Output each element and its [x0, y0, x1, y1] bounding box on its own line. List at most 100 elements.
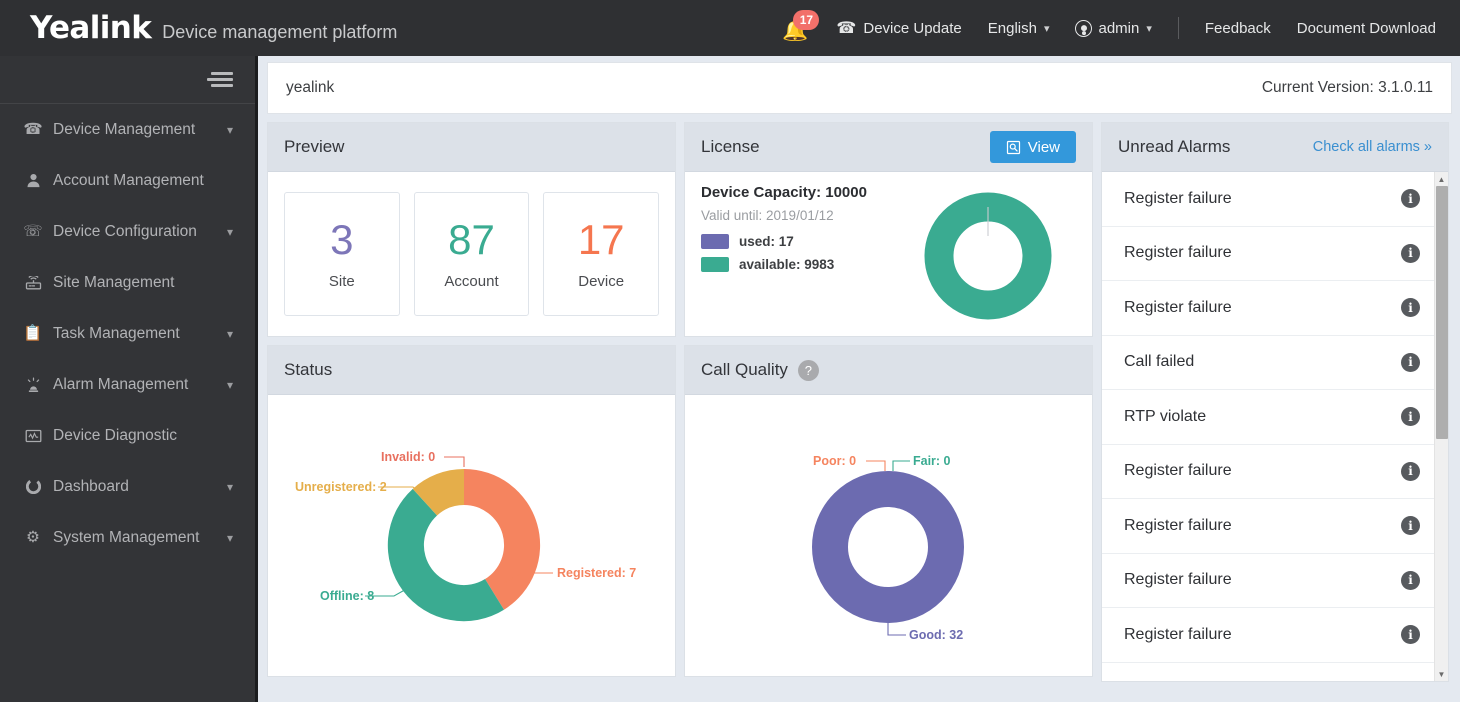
alarm-row[interactable]: Register failure i — [1102, 499, 1434, 554]
license-card: License View Device Capacity: 10000 — [684, 122, 1093, 337]
feedback-link[interactable]: Feedback — [1205, 20, 1271, 37]
main-content: yealink Current Version: 3.1.0.11 Previe… — [261, 56, 1460, 702]
chevron-down-icon: ▾ — [227, 327, 233, 341]
scroll-down-icon[interactable]: ▼ — [1435, 667, 1448, 681]
unread-alarms-card: Unread Alarms Check all alarms » Registe… — [1101, 122, 1449, 682]
alarm-row[interactable]: Register failure i — [1102, 172, 1434, 227]
sidebar-item-system-management[interactable]: ⚙ System Management ▾ — [0, 512, 255, 563]
alarm-name: Register failure — [1124, 462, 1401, 480]
phone-icon: ☎ — [836, 18, 856, 38]
alarm-name: Register failure — [1124, 517, 1401, 535]
call-quality-label-good: Good: 32 — [909, 628, 963, 642]
sidebar-item-dashboard[interactable]: Dashboard ▾ — [0, 461, 255, 512]
alarm-row[interactable]: Register failure i — [1102, 281, 1434, 336]
call-quality-card: Call Quality ? Poor: 0 — [684, 345, 1093, 677]
alarm-row[interactable]: Register failure i — [1102, 608, 1434, 663]
chevron-down-icon: ▾ — [227, 225, 233, 239]
license-view-button[interactable]: View — [990, 131, 1076, 163]
alarm-name: Register failure — [1124, 571, 1401, 589]
sidebar-toggle-row — [0, 56, 255, 104]
alarm-name: RTP violate — [1124, 408, 1401, 426]
sidebar-item-label: Site Management — [53, 274, 233, 292]
sidebar-item-device-diagnostic[interactable]: Device Diagnostic — [0, 410, 255, 461]
sidebar-item-label: Device Diagnostic — [53, 427, 233, 445]
info-icon[interactable]: i — [1401, 353, 1420, 372]
alarm-row[interactable]: Call failed i — [1102, 336, 1434, 391]
alarms-scrollbar[interactable]: ▲ ▼ — [1434, 172, 1448, 681]
stat-value: 3 — [330, 219, 353, 261]
stat-value: 87 — [448, 219, 495, 261]
sidebar-item-label: Account Management — [53, 172, 233, 190]
chevron-down-icon: ▾ — [227, 123, 233, 137]
stat-site[interactable]: 3 Site — [284, 192, 400, 316]
chevron-down-icon: ▾ — [227, 531, 233, 545]
top-header-bar: Yealink Device management platform 🔔 17 … — [0, 0, 1460, 56]
alarm-row[interactable]: Register failure i — [1102, 445, 1434, 500]
breadcrumb[interactable]: yealink — [286, 79, 334, 97]
info-icon[interactable]: i — [1401, 407, 1420, 426]
notification-badge: 17 — [793, 10, 819, 30]
alarm-name: Register failure — [1124, 299, 1401, 317]
legend-swatch — [701, 234, 729, 249]
sidebar-item-alarm-management[interactable]: Alarm Management ▾ — [0, 359, 255, 410]
info-icon[interactable]: i — [1401, 189, 1420, 208]
info-icon[interactable]: i — [1401, 462, 1420, 481]
sidebar-item-site-management[interactable]: Site Management — [0, 257, 255, 308]
sidebar-item-account-management[interactable]: Account Management — [0, 155, 255, 206]
device-update-button[interactable]: ☎ Device Update — [836, 18, 961, 38]
router-icon — [22, 276, 44, 290]
sidebar-item-device-configuration[interactable]: ☏ Device Configuration ▾ — [0, 206, 255, 257]
call-quality-card-body: Poor: 0 Fair: 0 Good: 32 — [685, 395, 1092, 676]
device-update-label: Device Update — [863, 20, 961, 37]
current-version-label: Current Version: 3.1.0.11 — [1262, 79, 1433, 97]
unread-alarms-title: Unread Alarms — [1118, 137, 1230, 157]
alarm-row[interactable]: RTP violate i — [1102, 390, 1434, 445]
chevron-down-icon: ▾ — [227, 480, 233, 494]
alarm-row[interactable]: Register failure i — [1102, 554, 1434, 609]
alarm-row[interactable]: Register failure i — [1102, 227, 1434, 282]
scroll-up-icon[interactable]: ▲ — [1435, 172, 1448, 186]
info-icon[interactable]: i — [1401, 625, 1420, 644]
sidebar-item-device-management[interactable]: ☎ Device Management ▾ — [0, 104, 255, 155]
language-selector[interactable]: English ▾ — [988, 20, 1050, 37]
scrollbar-thumb[interactable] — [1436, 186, 1448, 439]
chevron-down-icon: ▾ — [1146, 22, 1152, 35]
sidebar-item-label: System Management — [53, 529, 227, 547]
preview-title: Preview — [284, 137, 344, 157]
header-divider — [1178, 17, 1179, 39]
stat-label: Device — [578, 273, 624, 290]
clipboard-icon: 📋 — [22, 324, 44, 343]
stat-account[interactable]: 87 Account — [414, 192, 530, 316]
brand: Yealink Device management platform — [0, 10, 397, 46]
notifications-button[interactable]: 🔔 17 — [770, 11, 810, 45]
sidebar-item-task-management[interactable]: 📋 Task Management ▾ — [0, 308, 255, 359]
menu-toggle-icon[interactable] — [207, 72, 233, 88]
check-all-alarms-link[interactable]: Check all alarms » — [1313, 139, 1432, 155]
language-label: English — [988, 20, 1037, 37]
info-icon[interactable]: i — [1401, 516, 1420, 535]
preview-card: Preview 3 Site 87 Account — [267, 122, 676, 337]
phone-gear-icon: ☏ — [22, 222, 44, 241]
call-quality-title: Call Quality — [701, 360, 788, 380]
document-download-link[interactable]: Document Download — [1297, 20, 1436, 37]
unread-alarms-header: Unread Alarms Check all alarms » — [1102, 123, 1448, 172]
dashboard-left-column: Preview 3 Site 87 Account — [267, 122, 1093, 682]
status-label-unregistered: Unregistered: 2 — [295, 480, 387, 494]
help-icon[interactable]: ? — [798, 360, 819, 381]
siren-icon — [22, 377, 44, 393]
status-title: Status — [284, 360, 332, 380]
sidebar: ☎ Device Management ▾ Account Management… — [0, 56, 258, 702]
info-icon[interactable]: i — [1401, 571, 1420, 590]
dashboard-grid: Preview 3 Site 87 Account — [267, 122, 1452, 682]
user-menu[interactable]: admin ▾ — [1075, 20, 1151, 37]
info-icon[interactable]: i — [1401, 298, 1420, 317]
chevron-down-icon: ▾ — [227, 378, 233, 392]
info-icon[interactable]: i — [1401, 244, 1420, 263]
feedback-label: Feedback — [1205, 20, 1271, 37]
preview-card-header: Preview — [268, 123, 675, 172]
phone-icon: ☎ — [22, 120, 44, 139]
alarm-name: Register failure — [1124, 626, 1401, 644]
call-quality-donut-chart: Poor: 0 Fair: 0 Good: 32 — [685, 395, 1092, 675]
stat-device[interactable]: 17 Device — [543, 192, 659, 316]
license-donut-chart — [918, 186, 1058, 326]
